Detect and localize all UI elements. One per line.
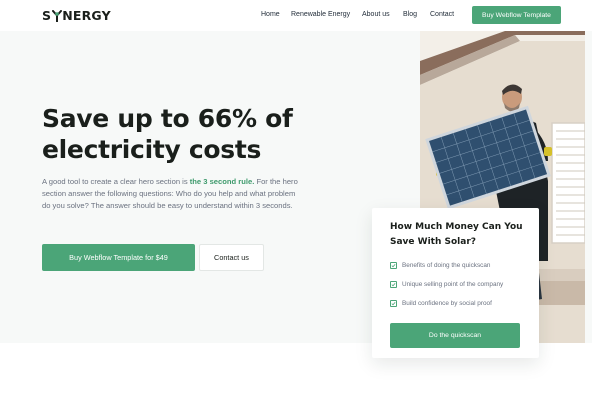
checklist-label: Benefits of doing the quickscan xyxy=(402,262,491,269)
card-title: How Much Money Can You Save With Solar? xyxy=(390,222,523,247)
nav-link-blog[interactable]: Blog xyxy=(403,11,417,18)
do-quickscan-button[interactable]: Do the quickscan xyxy=(390,323,520,348)
hero-description-highlight: the 3 second rule. xyxy=(189,177,255,186)
checklist-item: Benefits of doing the quickscan xyxy=(390,262,490,269)
checkbox-icon xyxy=(390,281,397,288)
hero-title: Save up to 66% of electricity costs xyxy=(42,104,293,164)
logo-text-suffix: NERGY xyxy=(62,8,111,23)
buy-template-button[interactable]: Buy Webflow Template xyxy=(472,6,561,24)
nav-link-renewable-energy[interactable]: Renewable Energy xyxy=(291,11,350,18)
nav-link-home[interactable]: Home xyxy=(261,11,280,18)
checklist-item: Unique selling point of the company xyxy=(390,281,503,288)
nav-link-about-us[interactable]: About us xyxy=(362,11,390,18)
top-navigation: S NERGY Home Renewable Energy About us B… xyxy=(0,0,592,31)
checklist-item: Build confidence by social proof xyxy=(390,300,492,307)
quickscan-card: How Much Money Can You Save With Solar? … xyxy=(372,208,539,358)
hero-description-start: A good tool to create a clear hero secti… xyxy=(42,177,190,186)
checkbox-icon xyxy=(390,300,397,307)
hero-description: A good tool to create a clear hero secti… xyxy=(42,176,304,213)
checklist-label: Unique selling point of the company xyxy=(402,281,504,288)
checkbox-icon xyxy=(390,262,397,269)
logo-text-prefix: S xyxy=(42,8,52,23)
sun-icon xyxy=(51,9,62,22)
contact-us-button[interactable]: Contact us xyxy=(199,244,264,271)
checklist-label: Build confidence by social proof xyxy=(402,300,492,307)
buy-template-49-button[interactable]: Buy Webflow Template for $49 xyxy=(42,244,195,271)
logo[interactable]: S NERGY xyxy=(42,8,111,23)
nav-link-contact[interactable]: Contact xyxy=(430,11,454,18)
